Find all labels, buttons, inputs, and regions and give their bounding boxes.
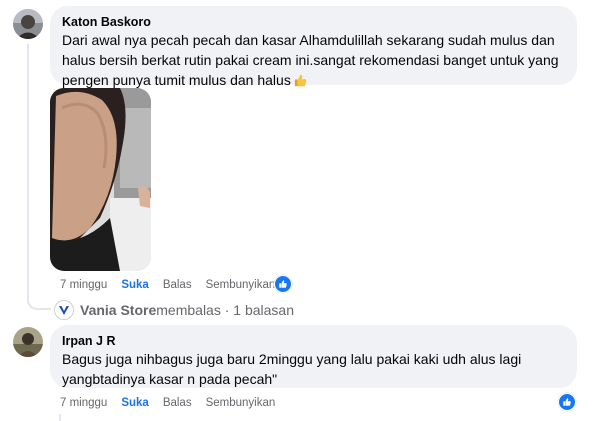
thread-line bbox=[27, 44, 29, 294]
comment-body: Dari awal nya pecah pecah dan kasar Alha… bbox=[62, 32, 563, 88]
vania-store-logo-icon bbox=[54, 300, 74, 320]
like-reaction-icon[interactable] bbox=[274, 275, 292, 293]
reply-button[interactable]: Balas bbox=[163, 396, 192, 410]
comment-bubble: Irpan J R Bagus juga nihbagus juga baru … bbox=[50, 325, 577, 388]
like-button[interactable]: Suka bbox=[121, 396, 149, 410]
thread-connector bbox=[27, 292, 51, 310]
hide-button[interactable]: Sembunyikan bbox=[206, 396, 276, 410]
comment-bubble: Katon Baskoro Dari awal nya pecah pecah … bbox=[50, 6, 577, 88]
comment-author[interactable]: Katon Baskoro bbox=[62, 14, 565, 30]
comment-text: Dari awal nya pecah pecah dan kasar Alha… bbox=[62, 30, 565, 93]
comment-author[interactable]: Irpan J R bbox=[62, 333, 565, 349]
like-reaction-icon[interactable] bbox=[558, 393, 576, 411]
avatar-katon-baskoro[interactable] bbox=[13, 9, 43, 39]
reply-button[interactable]: Balas bbox=[163, 278, 192, 292]
reply-count-text: membalas · 1 balasan bbox=[156, 302, 295, 318]
hide-button[interactable]: Sembunyikan bbox=[206, 278, 276, 292]
thumbs-up-icon bbox=[293, 73, 308, 93]
comment-photo[interactable] bbox=[50, 88, 151, 271]
reply-author: Vania Store bbox=[80, 302, 157, 318]
comment-text: Bagus juga nihbagus juga baru 2minggu ya… bbox=[62, 351, 526, 387]
avatar-irpan-j-r[interactable] bbox=[13, 327, 43, 357]
comment-timestamp[interactable]: 7 minggu bbox=[60, 396, 107, 410]
comment-timestamp[interactable]: 7 minggu bbox=[60, 278, 107, 292]
like-button[interactable]: Suka bbox=[121, 278, 149, 292]
view-replies-link[interactable]: Vania Store membalas · 1 balasan bbox=[54, 300, 294, 320]
thread-line bbox=[59, 414, 61, 421]
comment-actions: 7 minggu Suka Balas Sembunyikan bbox=[60, 278, 289, 292]
comment-actions: 7 minggu Suka Balas Sembunyikan bbox=[60, 396, 289, 410]
